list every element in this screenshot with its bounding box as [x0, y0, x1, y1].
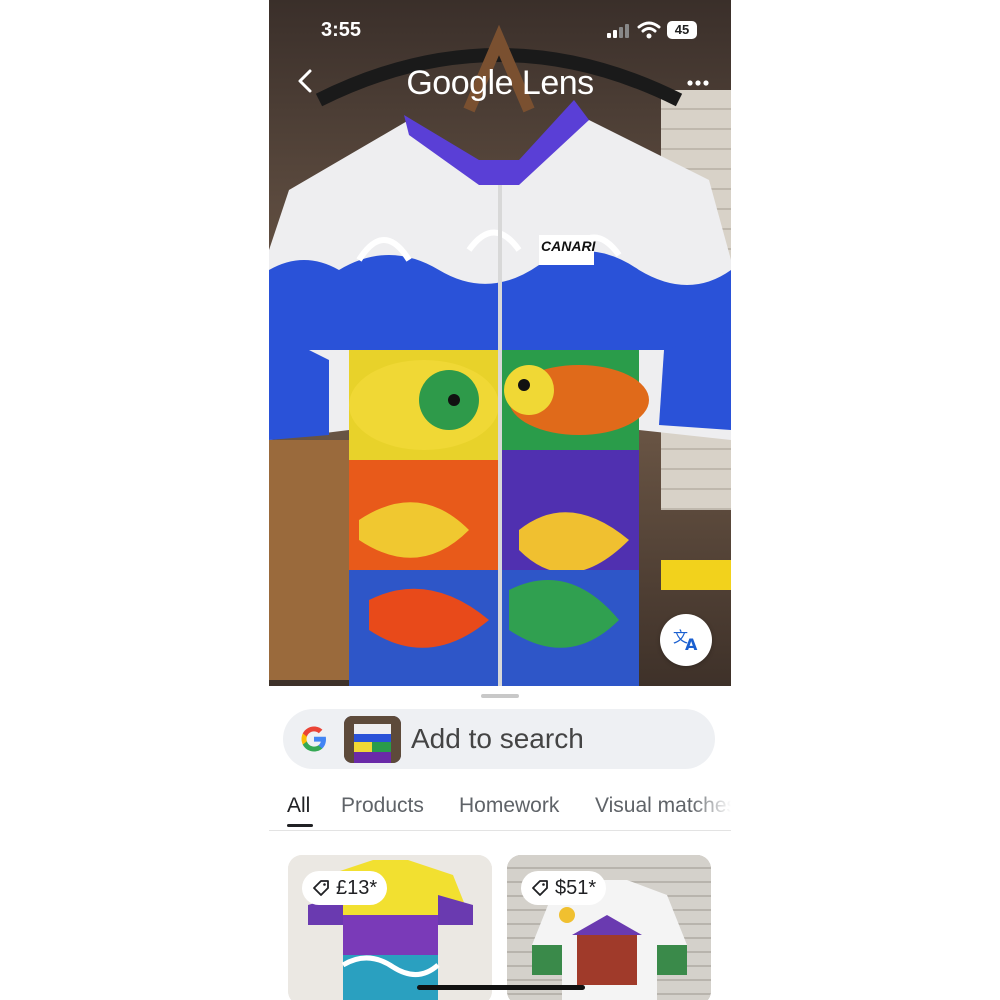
result-card[interactable]: $51* — [507, 855, 711, 1000]
brand-label: CANARI — [541, 238, 596, 254]
google-g-icon — [301, 726, 326, 752]
result-card[interactable]: £13* — [288, 855, 492, 1000]
price-badge: $51* — [521, 871, 607, 905]
top-app-bar: Google Lens — [269, 60, 731, 106]
price-tag-icon — [313, 880, 329, 896]
price-tag-icon — [532, 880, 548, 896]
lens-photo[interactable]: CANARI 3:55 45 Google Lens 文 A — [269, 0, 731, 686]
tab-products[interactable]: Products — [341, 794, 424, 818]
translate-button[interactable]: 文 A — [660, 614, 712, 666]
tabs-fade — [691, 790, 731, 830]
tab-all[interactable]: All — [287, 794, 310, 818]
phone-screen: CANARI 3:55 45 Google Lens 文 A Add to se… — [269, 0, 731, 1000]
jersey-graphic — [269, 100, 731, 686]
more-horizontal-icon[interactable] — [683, 68, 713, 98]
sheet-drag-handle[interactable] — [481, 694, 519, 698]
search-image-thumbnail — [344, 716, 401, 763]
price-text: $51* — [555, 877, 597, 899]
tab-homework[interactable]: Homework — [459, 794, 559, 818]
active-tab-indicator — [287, 824, 313, 827]
svg-text:A: A — [685, 635, 698, 654]
page-title: Google Lens — [406, 64, 594, 102]
status-bar: 3:55 45 — [269, 0, 731, 60]
add-to-search-label: Add to search — [411, 723, 584, 754]
result-tabs: All Products Homework Visual matches — [269, 790, 731, 831]
price-badge: £13* — [302, 871, 388, 905]
price-text: £13* — [336, 877, 378, 899]
status-time: 3:55 — [321, 19, 362, 41]
cellular-signal-icon — [607, 24, 629, 38]
battery-indicator: 45 — [667, 21, 697, 39]
translate-icon: 文 A — [673, 628, 698, 654]
add-to-search-bar[interactable]: Add to search — [283, 709, 715, 769]
wifi-icon — [637, 21, 661, 39]
home-indicator[interactable] — [417, 985, 585, 990]
